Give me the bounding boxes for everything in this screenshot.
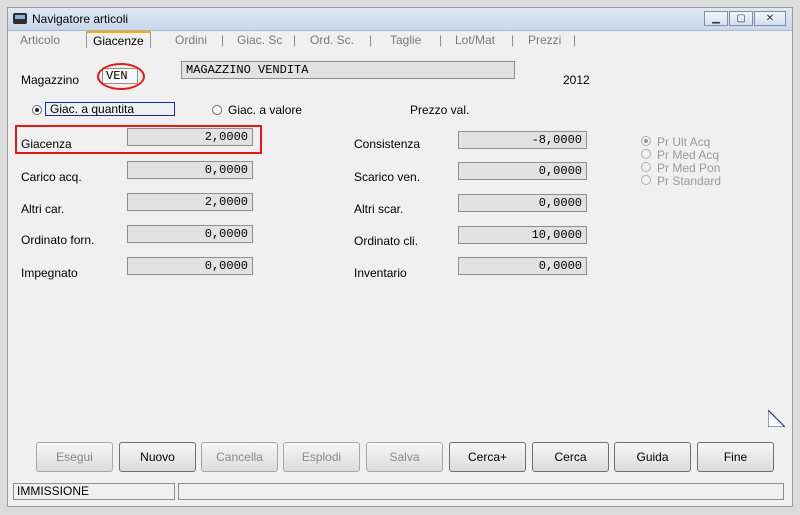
scarico-ven-field: 0,0000 [458,162,587,180]
esegui-button[interactable]: Esegui [36,442,113,472]
ordinato-forn-label: Ordinato forn. [21,233,95,247]
nuovo-button[interactable]: Nuovo [119,442,196,472]
carico-acq-label: Carico acq. [21,170,82,184]
pr-med-acq-radio[interactable] [641,149,651,159]
tab-ord-sc[interactable]: Ord. Sc. [310,33,354,47]
pr-ult-acq-label: Pr Ult Acq [657,135,711,149]
tab-separator: | [573,33,577,47]
tab-taglie[interactable]: Taglie [390,33,421,47]
resize-corner-icon[interactable] [768,410,785,427]
inventario-field: 0,0000 [458,257,587,275]
salva-button[interactable]: Salva [366,442,443,472]
giac-quantita-radio[interactable] [32,105,42,115]
magazzino-label: Magazzino [21,73,80,87]
pr-med-pon-label: Pr Med Pon [657,161,721,175]
giac-quantita-label[interactable]: Giac. a quantita [45,102,175,116]
giac-valore-label[interactable]: Giac. a valore [228,103,302,117]
guida-button[interactable]: Guida [614,442,691,472]
scarico-ven-label: Scarico ven. [354,170,421,184]
altri-scar-field: 0,0000 [458,194,587,212]
tab-separator: | [511,33,515,47]
consistenza-label: Consistenza [354,137,421,151]
tab-separator: | [221,33,225,47]
annotation-box [15,125,262,154]
magazzino-name-field: MAGAZZINO VENDITA [181,61,515,79]
inventario-label: Inventario [354,266,407,280]
tab-articolo[interactable]: Articolo [20,33,60,47]
close-icon[interactable]: ✕ [754,11,786,26]
impegnato-field: 0,0000 [127,257,253,275]
minimize-icon[interactable]: ▁ [704,11,728,26]
button-bar: Esegui Nuovo Cancella Esplodi Salva Cerc… [14,439,786,479]
year-label: 2012 [563,73,590,87]
altri-car-label: Altri car. [21,202,65,216]
prezzo-val-label: Prezzo val. [410,103,470,117]
altri-car-field: 2,0000 [127,193,253,211]
pr-ult-acq-radio[interactable] [641,136,651,146]
maximize-icon[interactable]: ▢ [729,11,753,26]
giacenze-panel: Magazzino VEN MAGAZZINO VENDITA 2012 Gia… [14,48,786,433]
tab-giac-sc[interactable]: Giac. Sc [237,33,282,47]
title-bar: Navigatore articoli ▁ ▢ ✕ [8,8,792,31]
ordinato-cli-label: Ordinato cli. [354,234,419,248]
pr-standard-label: Pr Standard [657,174,722,188]
tab-separator: | [293,33,297,47]
esplodi-button[interactable]: Esplodi [283,442,360,472]
altri-scar-label: Altri scar. [354,202,404,216]
cerca-button[interactable]: Cerca [532,442,609,472]
pr-med-acq-label: Pr Med Acq [657,148,720,162]
status-mode: IMMISSIONE [13,483,175,500]
pr-med-pon-radio[interactable] [641,162,651,172]
ordinato-forn-field: 0,0000 [127,225,253,243]
status-message [178,483,784,500]
cerca-plus-button[interactable]: Cerca+ [449,442,526,472]
tab-prezzi[interactable]: Prezzi [528,33,561,47]
tab-strip: Articolo Giacenze Ordini | Giac. Sc | Or… [14,31,786,50]
tab-separator: | [369,33,373,47]
app-window: Navigatore articoli ▁ ▢ ✕ Articolo Giace… [7,7,793,507]
ordinato-cli-field: 10,0000 [458,226,587,244]
cancella-button[interactable]: Cancella [201,442,278,472]
tab-separator: | [439,33,443,47]
window-title: Navigatore articoli [32,12,129,26]
app-icon [13,13,27,24]
giac-valore-radio[interactable] [212,105,222,115]
tab-ordini[interactable]: Ordini [175,33,207,47]
impegnato-label: Impegnato [21,266,78,280]
pr-standard-radio[interactable] [641,175,651,185]
carico-acq-field: 0,0000 [127,161,253,179]
tab-lot-mat[interactable]: Lot/Mat [455,33,495,47]
fine-button[interactable]: Fine [697,442,774,472]
consistenza-field: -8,0000 [458,131,587,149]
annotation-circle [97,63,145,90]
